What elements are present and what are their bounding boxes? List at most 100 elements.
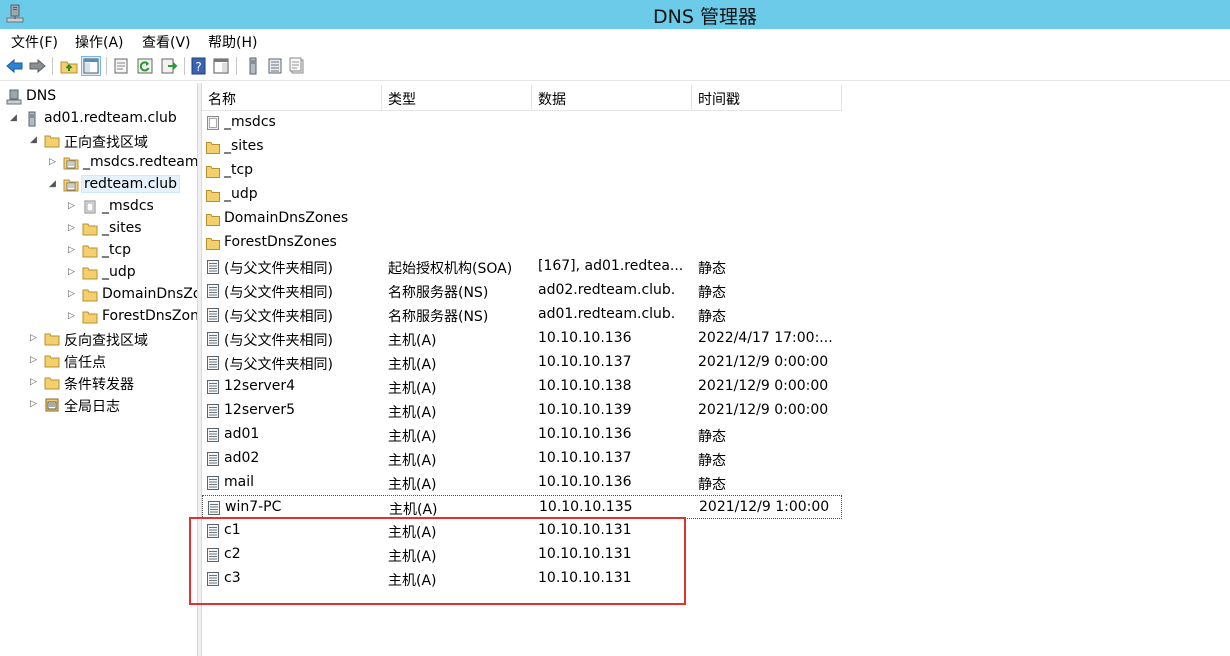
tree-item-conditional-forwarders[interactable]: ▷ 条件转发器	[30, 373, 197, 393]
menu-help[interactable]: 帮助(H)	[208, 32, 257, 52]
collapsed-arrow-icon[interactable]: ▷	[68, 245, 78, 255]
cell-data: 10.10.10.136	[538, 330, 632, 346]
svg-text:?: ?	[195, 60, 201, 74]
folder-icon	[44, 135, 60, 148]
table-row[interactable]: _udp	[202, 183, 842, 207]
expanded-arrow-icon[interactable]: ◢	[49, 179, 59, 189]
tree-item-dns[interactable]: DNS	[0, 87, 192, 107]
menu-action[interactable]: 操作(A)	[75, 32, 124, 52]
help-icon[interactable]: ?	[190, 57, 208, 75]
show-scope-icon[interactable]	[212, 57, 230, 75]
tree-item-sub-msdcs[interactable]: ▷ _msdcs	[68, 197, 197, 217]
toolbar: ?	[0, 53, 1230, 81]
tree-item-msdcs-zone[interactable]: ▷ _msdcs.redteam.club	[49, 153, 197, 173]
collapsed-arrow-icon[interactable]: ▷	[30, 355, 40, 365]
folder-icon	[82, 245, 98, 258]
record-icon	[206, 331, 220, 347]
toolbar-separator	[184, 57, 185, 75]
zone-list-icon[interactable]	[266, 57, 284, 75]
table-row[interactable]: ForestDnsZones	[202, 231, 842, 255]
collapsed-arrow-icon[interactable]: ▷	[68, 223, 78, 233]
column-header-timestamp[interactable]: 时间戳	[692, 85, 842, 110]
column-header-name[interactable]: 名称	[202, 85, 382, 110]
collapsed-arrow-icon[interactable]: ▷	[68, 267, 78, 277]
cell-data: 10.10.10.136	[538, 426, 632, 442]
cell-name: (与父文件夹相同)	[224, 333, 333, 349]
cell-data: ad02.redteam.club.	[538, 282, 676, 298]
toolbar-separator	[236, 57, 237, 75]
table-row[interactable]: _sites	[202, 135, 842, 159]
properties-icon[interactable]	[112, 57, 130, 75]
tree-item-redteam-zone[interactable]: ◢ redteam.club	[49, 175, 197, 195]
table-row[interactable]: ad01 主机(A) 10.10.10.136 静态	[202, 423, 842, 447]
table-row[interactable]: (与父文件夹相同) 名称服务器(NS) ad02.redteam.club. 静态	[202, 279, 842, 303]
column-header-data[interactable]: 数据	[532, 85, 692, 110]
table-row[interactable]: ad02 主机(A) 10.10.10.137 静态	[202, 447, 842, 471]
tree-item-reverse-zones[interactable]: ▷ 反向查找区域	[30, 329, 197, 349]
cell-name: DomainDnsZones	[224, 210, 349, 226]
collapsed-arrow-icon[interactable]: ▷	[30, 399, 40, 409]
table-row[interactable]: DomainDnsZones	[202, 207, 842, 231]
record-icon	[206, 355, 220, 371]
forward-arrow-icon[interactable]	[28, 57, 46, 75]
table-row[interactable]: (与父文件夹相同) 主机(A) 10.10.10.137 2021/12/9 0:00…	[202, 351, 842, 375]
table-row[interactable]: _msdcs	[202, 111, 842, 135]
folder-icon	[206, 187, 220, 203]
tree-item-sub-udp[interactable]: ▷ _udp	[68, 263, 197, 283]
cell-type: 主机(A)	[388, 453, 437, 469]
cell-type: 主机(A)	[388, 405, 437, 421]
tree-item-sub-tcp[interactable]: ▷ _tcp	[68, 241, 197, 261]
cell-timestamp: 静态	[698, 261, 726, 277]
expanded-arrow-icon[interactable]: ◢	[10, 113, 20, 123]
tree-item-forward-zones[interactable]: ◢ 正向查找区域	[30, 131, 197, 151]
column-header-type[interactable]: 类型	[382, 85, 532, 110]
table-row[interactable]: 12server5 主机(A) 10.10.10.139 2021/12/9 0:00…	[202, 399, 842, 423]
cell-data: 10.10.10.139	[538, 402, 632, 418]
collapsed-arrow-icon[interactable]: ▷	[49, 157, 59, 167]
menu-view[interactable]: 查看(V)	[142, 32, 191, 52]
menu-file[interactable]: 文件(F)	[11, 32, 58, 52]
cell-name: ad02	[224, 450, 260, 466]
cell-name: (与父文件夹相同)	[224, 285, 333, 301]
table-row[interactable]: 12server4 主机(A) 10.10.10.138 2021/12/9 0:00…	[202, 375, 842, 399]
folder-icon	[82, 267, 98, 280]
cell-timestamp: 静态	[698, 477, 726, 493]
tree-item-server[interactable]: ◢ ad01.redteam.club	[10, 109, 197, 129]
tree-item-sub-domaindnszones[interactable]: ▷ DomainDnsZones	[68, 285, 197, 305]
table-row[interactable]: _tcp	[202, 159, 842, 183]
table-row[interactable]: win7-PC 主机(A) 10.10.10.135 2021/12/9 1:00:0…	[202, 495, 842, 519]
back-arrow-icon[interactable]	[6, 57, 24, 75]
table-row[interactable]: (与父文件夹相同) 起始授权机构(SOA) [167], ad01.redtea..…	[202, 255, 842, 279]
record-icon	[206, 283, 220, 299]
collapsed-arrow-icon[interactable]: ▷	[68, 289, 78, 299]
cell-data: [167], ad01.redtea...	[538, 258, 684, 274]
folder-icon	[44, 355, 60, 368]
folder-icon	[206, 235, 220, 251]
tree-item-sub-forestdnszones[interactable]: ▷ ForestDnsZones	[68, 307, 197, 327]
collapsed-arrow-icon[interactable]: ▷	[68, 201, 78, 211]
table-row[interactable]: (与父文件夹相同) 主机(A) 10.10.10.136 2022/4/17 17:0…	[202, 327, 842, 351]
up-folder-icon[interactable]	[60, 57, 78, 75]
record-icon	[206, 307, 220, 323]
collapsed-arrow-icon[interactable]: ▷	[30, 377, 40, 387]
records-icon[interactable]	[288, 57, 306, 75]
cell-data: 10.10.10.136	[538, 474, 632, 490]
toolbar-separator	[52, 57, 53, 75]
cell-type: 主机(A)	[388, 429, 437, 445]
cell-data: 10.10.10.138	[538, 378, 632, 394]
tree-item-trust-points[interactable]: ▷ 信任点	[30, 351, 197, 371]
cell-timestamp: 静态	[698, 309, 726, 325]
table-row[interactable]: (与父文件夹相同) 名称服务器(NS) ad01.redteam.club. 静态	[202, 303, 842, 327]
tree-item-global-logs[interactable]: ▷ 全局日志	[30, 395, 197, 415]
record-icon	[207, 500, 221, 516]
collapsed-arrow-icon[interactable]: ▷	[30, 333, 40, 343]
expanded-arrow-icon[interactable]: ◢	[30, 135, 40, 145]
tree-item-sub-sites[interactable]: ▷ _sites	[68, 219, 197, 239]
collapsed-arrow-icon[interactable]: ▷	[68, 311, 78, 321]
cell-timestamp: 2021/12/9 0:00:00	[698, 354, 829, 370]
table-row[interactable]: mail 主机(A) 10.10.10.136 静态	[202, 471, 842, 495]
show-hide-tree-icon[interactable]	[81, 56, 101, 76]
server-icon[interactable]	[244, 57, 262, 75]
refresh-icon[interactable]	[136, 57, 154, 75]
export-list-icon[interactable]	[160, 57, 178, 75]
